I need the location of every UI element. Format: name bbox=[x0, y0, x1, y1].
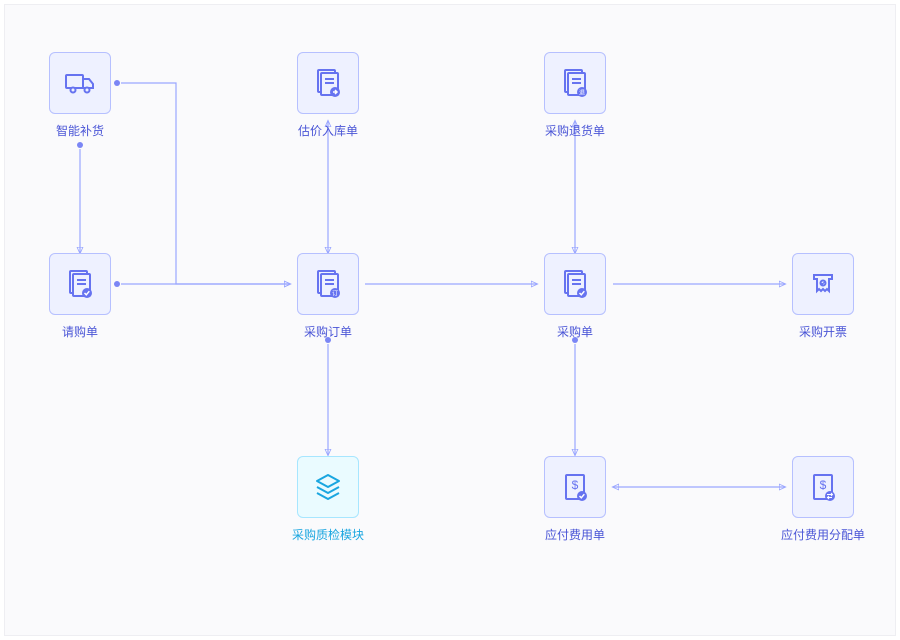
node-payable-alloc[interactable]: $ 应付费用分配单 bbox=[787, 456, 859, 543]
node-label: 采购开票 bbox=[799, 323, 847, 340]
node-smart-restock[interactable]: 智能补货 bbox=[44, 52, 116, 139]
node-estimate-inbound[interactable]: 估价入库单 bbox=[292, 52, 364, 139]
connectors bbox=[5, 5, 897, 637]
node-label: 应付费用分配单 bbox=[781, 526, 865, 543]
node-label: 采购单 bbox=[557, 323, 593, 340]
doc-swap-icon: $ bbox=[792, 456, 854, 518]
doc-check-icon bbox=[49, 253, 111, 315]
node-label: 应付费用单 bbox=[545, 526, 605, 543]
node-label: 采购订单 bbox=[304, 323, 352, 340]
doc-arrow-icon bbox=[297, 52, 359, 114]
diagram-canvas: 智能补货 估价入库单 退 采购退货单 请购单 订 采购订单 采购单 bbox=[4, 4, 896, 636]
stack-icon bbox=[297, 456, 359, 518]
receipt-icon bbox=[792, 253, 854, 315]
node-purchase-invoice[interactable]: 采购开票 bbox=[787, 253, 859, 340]
svg-text:订: 订 bbox=[332, 291, 338, 298]
truck-icon bbox=[49, 52, 111, 114]
node-purchase-order[interactable]: 订 采购订单 bbox=[292, 253, 364, 340]
node-label: 请购单 bbox=[62, 323, 98, 340]
node-label: 智能补货 bbox=[56, 122, 104, 139]
node-label: 估价入库单 bbox=[298, 122, 358, 139]
doc-money-icon: $ bbox=[544, 456, 606, 518]
doc-return-icon: 退 bbox=[544, 52, 606, 114]
node-purchase-request[interactable]: 请购单 bbox=[44, 253, 116, 340]
node-purchase-return[interactable]: 退 采购退货单 bbox=[539, 52, 611, 139]
node-label: 采购质检模块 bbox=[292, 526, 364, 543]
doc-check-icon bbox=[544, 253, 606, 315]
node-payable-expense[interactable]: $ 应付费用单 bbox=[539, 456, 611, 543]
svg-text:退: 退 bbox=[579, 89, 585, 97]
svg-text:$: $ bbox=[572, 478, 579, 492]
doc-tag-icon: 订 bbox=[297, 253, 359, 315]
node-purchase-slip[interactable]: 采购单 bbox=[539, 253, 611, 340]
svg-text:$: $ bbox=[820, 478, 827, 492]
node-label: 采购退货单 bbox=[545, 122, 605, 139]
node-qc-module[interactable]: 采购质检模块 bbox=[292, 456, 364, 543]
